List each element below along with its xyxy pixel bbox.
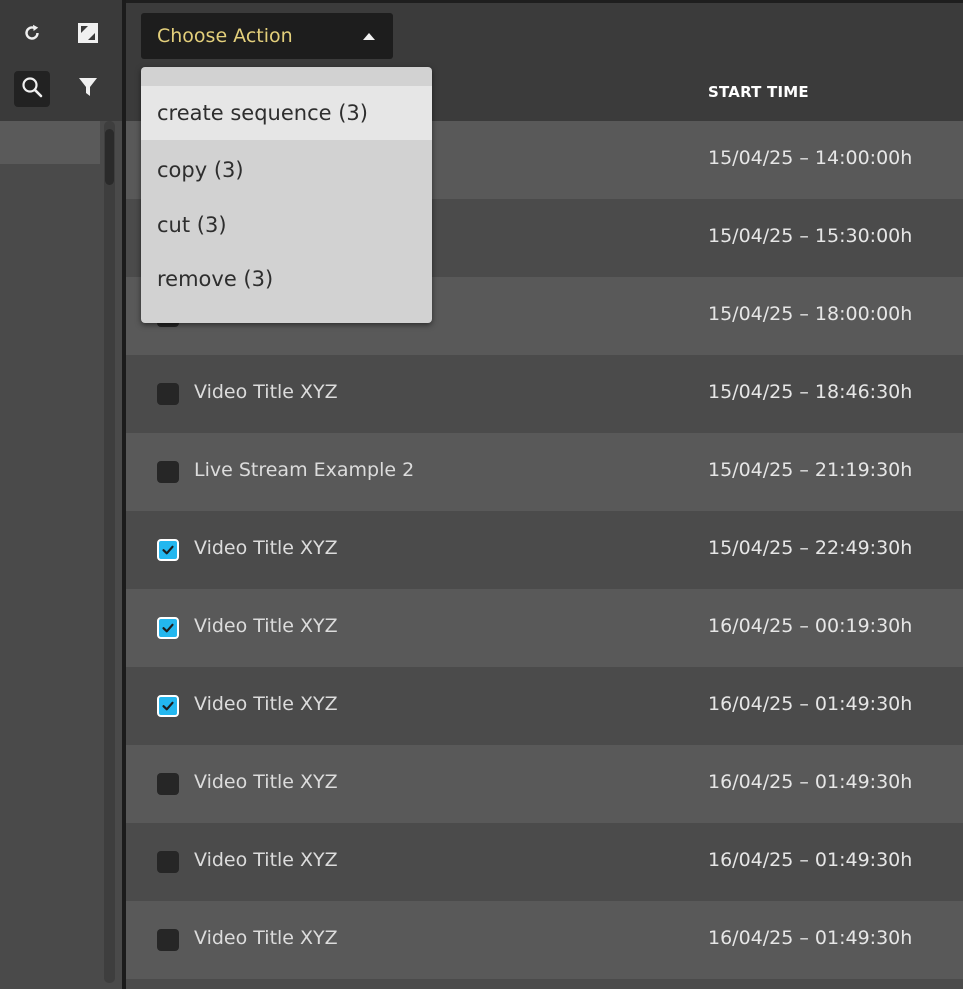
menu-item-cut[interactable]: cut (3) [141,198,432,252]
table-row[interactable]: Live Stream Example 2 15/04/25 – 21:19:3… [126,433,963,511]
left-toolbar [0,0,122,121]
start-time-header[interactable]: START TIME [708,83,809,101]
left-selected-row[interactable] [0,121,100,164]
caret-up-icon [363,33,375,40]
table-row[interactable]: Video Title XYZ 16/04/25 – 00:19:30h [126,589,963,667]
row-title: Video Title XYZ [194,693,338,715]
checkmark-icon [162,623,174,633]
table-row[interactable]: Video Title XYZ 15/04/25 – 22:49:30h [126,511,963,589]
row-title: Video Title XYZ [194,381,338,403]
row-start-time: 15/04/25 – 22:49:30h [708,537,913,559]
row-checkbox[interactable] [157,929,179,951]
row-checkbox[interactable] [157,773,179,795]
table-row[interactable]: Video Title XYZ 15/04/25 – 18:46:30h [126,355,963,433]
row-start-time: 15/04/25 – 21:19:30h [708,459,913,481]
row-start-time: 16/04/25 – 01:49:30h [708,693,913,715]
filter-button[interactable] [70,71,106,107]
row-start-time: 16/04/25 – 01:49:30h [708,927,913,949]
expand-icon [77,22,99,48]
row-start-time: 16/04/25 – 00:19:30h [708,615,913,637]
left-scrollbar-thumb[interactable] [105,129,114,185]
choose-action-button[interactable]: Choose Action [141,13,393,59]
action-dropdown-menu: create sequence (3) copy (3) cut (3) rem… [141,67,432,323]
row-title: Video Title XYZ [194,927,338,949]
row-start-time: 15/04/25 – 18:46:30h [708,381,913,403]
table-row[interactable]: Video Title XYZ 16/04/25 – 01:49:30h [126,823,963,901]
checkmark-icon [162,545,174,555]
refresh-button[interactable] [14,17,50,53]
choose-action-label: Choose Action [157,25,293,47]
row-title: Video Title XYZ [194,537,338,559]
row-start-time: 15/04/25 – 15:30:00h [708,225,913,247]
row-checkbox[interactable] [157,383,179,405]
menu-item-remove[interactable]: remove (3) [141,252,432,306]
table-row[interactable]: Video Title XYZ 16/04/25 – 01:49:30h [126,745,963,823]
search-icon [21,76,43,102]
table-row[interactable]: Video Title XYZ 16/04/25 – 01:49:30h [126,667,963,745]
row-checkbox[interactable] [157,461,179,483]
row-title: Video Title XYZ [194,849,338,871]
row-checkbox-checked[interactable] [157,695,179,717]
filter-icon [78,76,98,102]
checkmark-icon [162,701,174,711]
row-title: Video Title XYZ [194,771,338,793]
row-checkbox[interactable] [157,851,179,873]
table-row[interactable]: Video Title XYZ 16/04/25 – 01:49:30h [126,901,963,979]
menu-item-copy[interactable]: copy (3) [141,143,432,197]
row-title: Live Stream Example 2 [194,459,415,481]
search-button[interactable] [14,71,50,107]
row-title: Video Title XYZ [194,615,338,637]
row-checkbox-checked[interactable] [157,539,179,561]
row-start-time: 15/04/25 – 14:00:00h [708,147,913,169]
refresh-icon [22,23,42,47]
menu-item-create-sequence[interactable]: create sequence (3) [141,86,432,140]
left-scrollbar[interactable] [104,121,115,983]
left-panel [0,0,122,989]
row-start-time: 15/04/25 – 18:00:00h [708,303,913,325]
expand-button[interactable] [70,17,106,53]
row-start-time: 16/04/25 – 01:49:30h [708,849,913,871]
row-start-time: 16/04/25 – 01:49:30h [708,771,913,793]
row-checkbox-checked[interactable] [157,617,179,639]
